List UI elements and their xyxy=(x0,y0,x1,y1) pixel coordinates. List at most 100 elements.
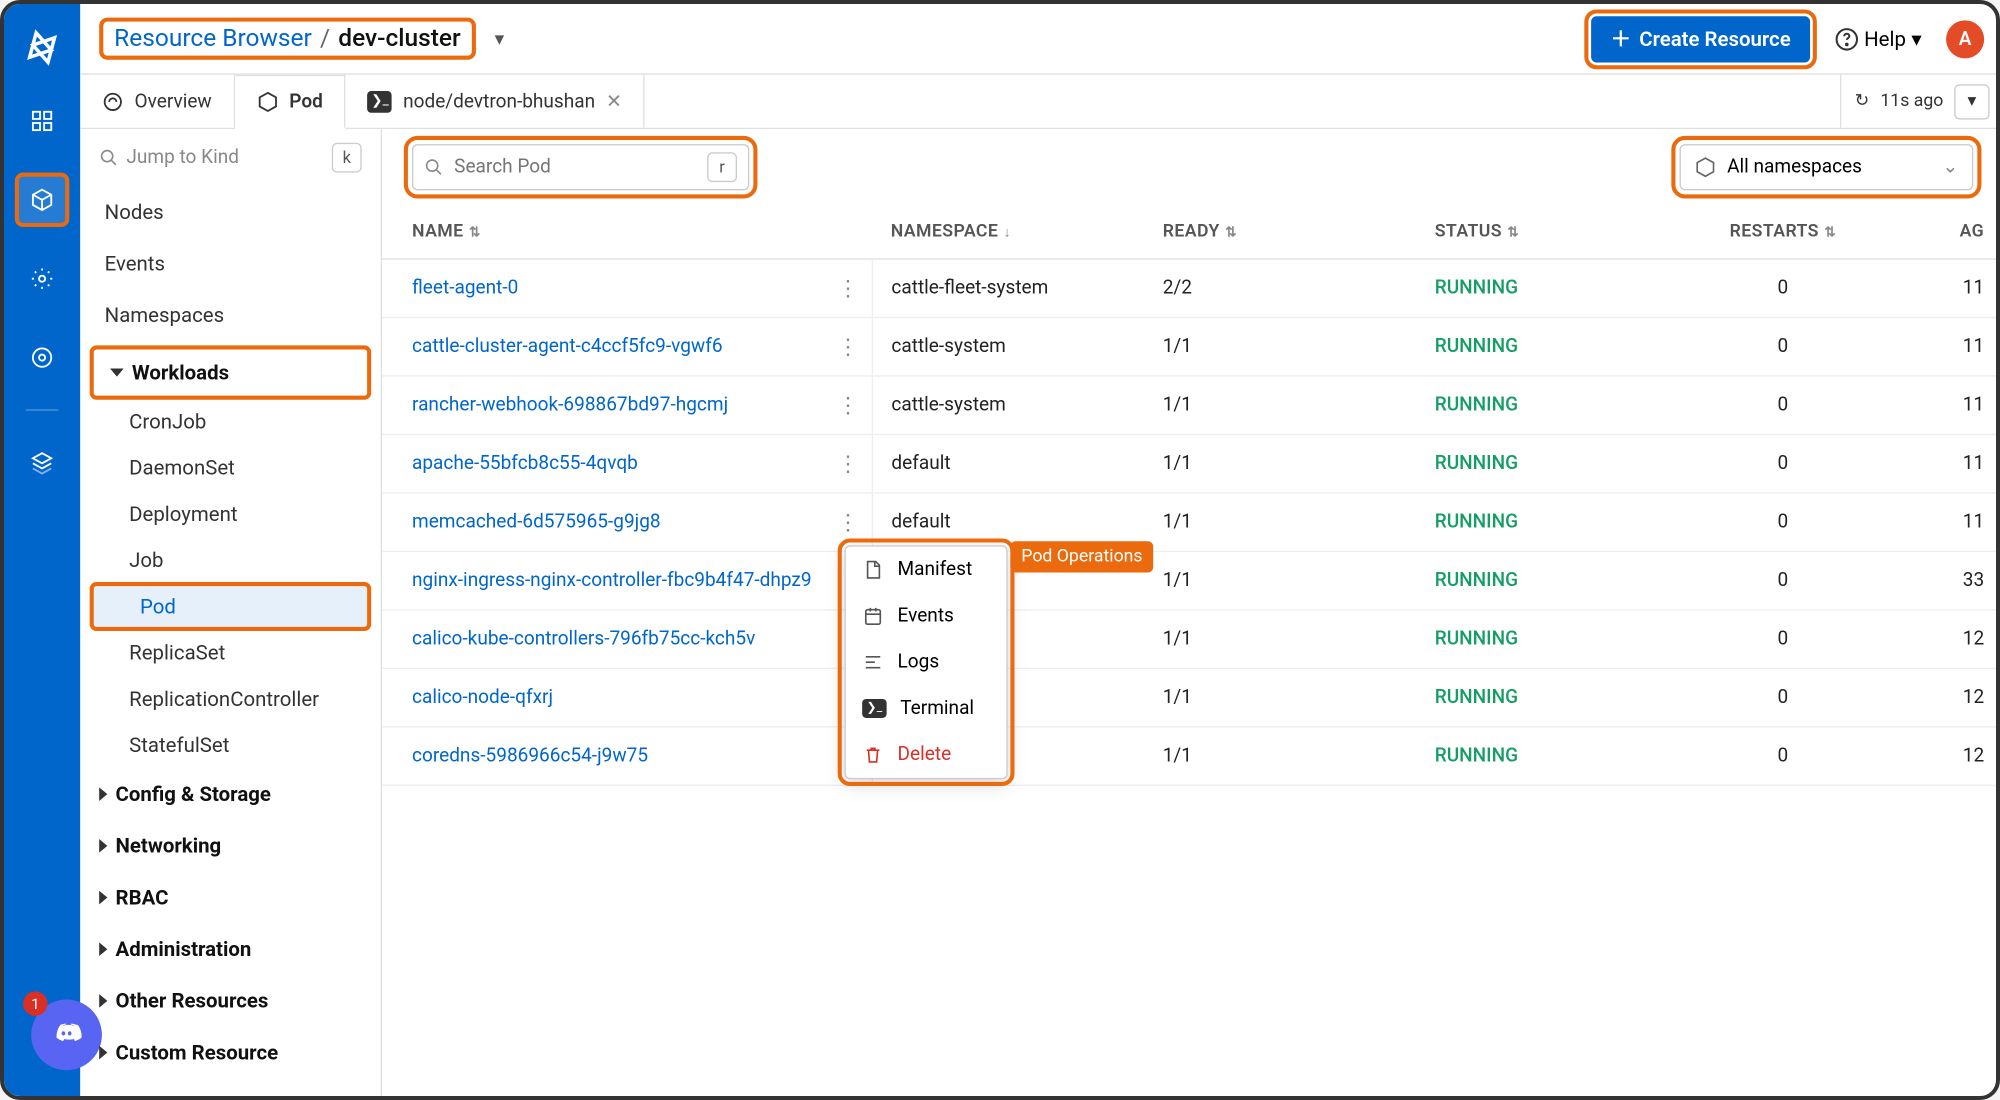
sidebar-group-other-label: Other Resources xyxy=(116,989,269,1013)
sidebar-item-events[interactable]: Events xyxy=(80,238,381,290)
sidebar-item-job[interactable]: Job xyxy=(80,537,381,583)
table-row[interactable]: rancher-webhook-698867bd97-hgcmj⋮cattle-… xyxy=(382,376,2000,434)
nav-stack-icon[interactable] xyxy=(15,435,69,489)
table-row[interactable]: calico-node-qfxrj⋮1/1RUNNING012 xyxy=(382,668,2000,726)
menu-manifest[interactable]: Manifest xyxy=(846,547,1006,593)
sidebar-group-networking[interactable]: Networking xyxy=(80,820,381,872)
user-avatar[interactable]: A xyxy=(1946,20,1984,58)
sidebar-group-administration[interactable]: Administration xyxy=(80,923,381,975)
table-row[interactable]: calico-kube-controllers-796fb75cc-kch5v⋮… xyxy=(382,610,2000,668)
sidebar-group-custom-label: Custom Resource xyxy=(116,1040,279,1064)
sidebar-item-nodes[interactable]: Nodes xyxy=(80,186,381,238)
sidebar-item-deployment[interactable]: Deployment xyxy=(80,491,381,537)
file-icon xyxy=(862,559,884,581)
sidebar-item-daemonset[interactable]: DaemonSet xyxy=(80,445,381,491)
cell-name[interactable]: fleet-agent-0⋮ xyxy=(382,259,872,317)
sidebar-item-replicationcontroller[interactable]: ReplicationController xyxy=(80,676,381,722)
cell-status: RUNNING xyxy=(1416,434,1688,492)
tab-close-icon[interactable]: ✕ xyxy=(606,90,622,112)
terminal-icon: ❯_ xyxy=(862,699,886,718)
terminal-icon: ❯_ xyxy=(368,90,392,112)
nav-apps-icon[interactable] xyxy=(15,94,69,148)
jump-shortcut-key: k xyxy=(332,143,362,173)
cell-restarts: 0 xyxy=(1688,493,1878,551)
search-icon xyxy=(424,158,443,177)
cell-restarts: 0 xyxy=(1688,376,1878,434)
sidebar-group-custom[interactable]: Custom Resource xyxy=(80,1027,381,1079)
sidebar-item-pod[interactable]: Pod xyxy=(91,583,370,629)
menu-terminal[interactable]: ❯_ Terminal xyxy=(846,685,1006,731)
cell-ready: 1/1 xyxy=(1144,668,1416,726)
help-menu[interactable]: Help ▾ xyxy=(1834,26,1921,50)
jump-to-kind-input[interactable]: Jump to Kind xyxy=(99,147,321,169)
sidebar-item-cronjob[interactable]: CronJob xyxy=(80,398,381,444)
search-pod-input[interactable]: r xyxy=(412,144,749,190)
sort-icon: ⇅ xyxy=(1824,226,1836,241)
table-row[interactable]: coredns-5986966c54-j9w75⋮1/1RUNNING012 xyxy=(382,727,2000,785)
nav-config-icon[interactable] xyxy=(15,330,69,384)
cell-status: RUNNING xyxy=(1416,376,1688,434)
col-status[interactable]: STATUS⇅ xyxy=(1416,205,1688,259)
namespace-select[interactable]: All namespaces ⌄ xyxy=(1680,144,1974,190)
sidebar-item-replicaset[interactable]: ReplicaSet xyxy=(80,630,381,676)
caret-right-icon xyxy=(99,891,107,905)
chevron-down-icon: ▾ xyxy=(1911,26,1921,50)
row-menu-icon[interactable]: ⋮ xyxy=(837,509,857,535)
cell-status: RUNNING xyxy=(1416,727,1688,785)
cell-name[interactable]: coredns-5986966c54-j9w75⋮ xyxy=(382,727,872,785)
app-logo-icon xyxy=(20,26,64,70)
cell-name[interactable]: rancher-webhook-698867bd97-hgcmj⋮ xyxy=(382,376,872,434)
cell-name[interactable]: calico-node-qfxrj⋮ xyxy=(382,668,872,726)
tab-pod[interactable]: Pod xyxy=(235,75,346,129)
breadcrumb-root[interactable]: Resource Browser xyxy=(114,24,312,53)
cell-name[interactable]: nginx-ingress-nginx-controller-fbc9b4f47… xyxy=(382,551,872,609)
row-menu-icon[interactable]: ⋮ xyxy=(837,334,857,360)
sidebar-group-administration-label: Administration xyxy=(116,937,252,961)
menu-logs[interactable]: Logs xyxy=(846,639,1006,685)
refresh-interval-dropdown[interactable]: ▾ xyxy=(1954,84,1989,119)
cell-age: 11 xyxy=(1878,376,2000,434)
col-ready[interactable]: READY⇅ xyxy=(1144,205,1416,259)
table-row[interactable]: nginx-ingress-nginx-controller-fbc9b4f47… xyxy=(382,551,2000,609)
sort-icon: ⇅ xyxy=(1507,226,1519,241)
cell-restarts: 0 xyxy=(1688,668,1878,726)
table-row[interactable]: memcached-6d575965-g9jg8⋮default1/1RUNNI… xyxy=(382,493,2000,551)
sidebar-group-rbac[interactable]: RBAC xyxy=(80,872,381,924)
cell-name[interactable]: cattle-cluster-agent-c4ccf5fc9-vgwf6⋮ xyxy=(382,317,872,375)
cell-age: 11 xyxy=(1878,493,2000,551)
nav-resource-browser-icon[interactable] xyxy=(15,173,69,227)
tab-node-label: node/devtron-bhushan xyxy=(403,90,595,112)
breadcrumb[interactable]: Resource Browser / dev-cluster xyxy=(99,18,475,60)
menu-logs-label: Logs xyxy=(898,651,940,673)
row-menu-icon[interactable]: ⋮ xyxy=(837,451,857,477)
col-age[interactable]: AG xyxy=(1878,205,2000,259)
refresh-status[interactable]: ↻ 11s ago ▾ xyxy=(1840,75,2000,128)
col-namespace[interactable]: NAMESPACE↓ xyxy=(872,205,1144,259)
tab-node-terminal[interactable]: ❯_ node/devtron-bhushan ✕ xyxy=(346,75,645,128)
cell-status: RUNNING xyxy=(1416,493,1688,551)
menu-events[interactable]: Events xyxy=(846,593,1006,639)
col-name[interactable]: NAME⇅ xyxy=(382,205,872,259)
table-row[interactable]: fleet-agent-0⋮cattle-fleet-system2/2RUNN… xyxy=(382,259,2000,317)
tab-overview[interactable]: Overview xyxy=(80,75,235,128)
table-row[interactable]: cattle-cluster-agent-c4ccf5fc9-vgwf6⋮cat… xyxy=(382,317,2000,375)
table-row[interactable]: apache-55bfcb8c55-4qvqb⋮default1/1RUNNIN… xyxy=(382,434,2000,492)
row-menu-icon[interactable]: ⋮ xyxy=(837,392,857,418)
cell-restarts: 0 xyxy=(1688,317,1878,375)
row-menu-icon[interactable]: ⋮ xyxy=(837,275,857,301)
cell-name[interactable]: apache-55bfcb8c55-4qvqb⋮ xyxy=(382,434,872,492)
cluster-chevron-icon[interactable]: ▾ xyxy=(495,28,505,50)
cell-name[interactable]: calico-kube-controllers-796fb75cc-kch5v⋮ xyxy=(382,610,872,668)
sidebar-item-statefulset[interactable]: StatefulSet xyxy=(80,722,381,768)
sidebar-group-workloads[interactable]: Workloads xyxy=(91,347,370,399)
create-resource-button[interactable]: ＋ Create Resource xyxy=(1592,16,1810,62)
cell-namespace: cattle-fleet-system xyxy=(872,259,1144,317)
menu-delete[interactable]: Delete xyxy=(846,732,1006,778)
sidebar-item-namespaces[interactable]: Namespaces xyxy=(80,290,381,342)
search-pod-field[interactable] xyxy=(454,156,696,178)
sidebar-group-other[interactable]: Other Resources xyxy=(80,975,381,1027)
sidebar-group-config[interactable]: Config & Storage xyxy=(80,768,381,820)
nav-settings-icon[interactable] xyxy=(15,252,69,306)
col-restarts[interactable]: RESTARTS⇅ xyxy=(1688,205,1878,259)
cell-name[interactable]: memcached-6d575965-g9jg8⋮ xyxy=(382,493,872,551)
